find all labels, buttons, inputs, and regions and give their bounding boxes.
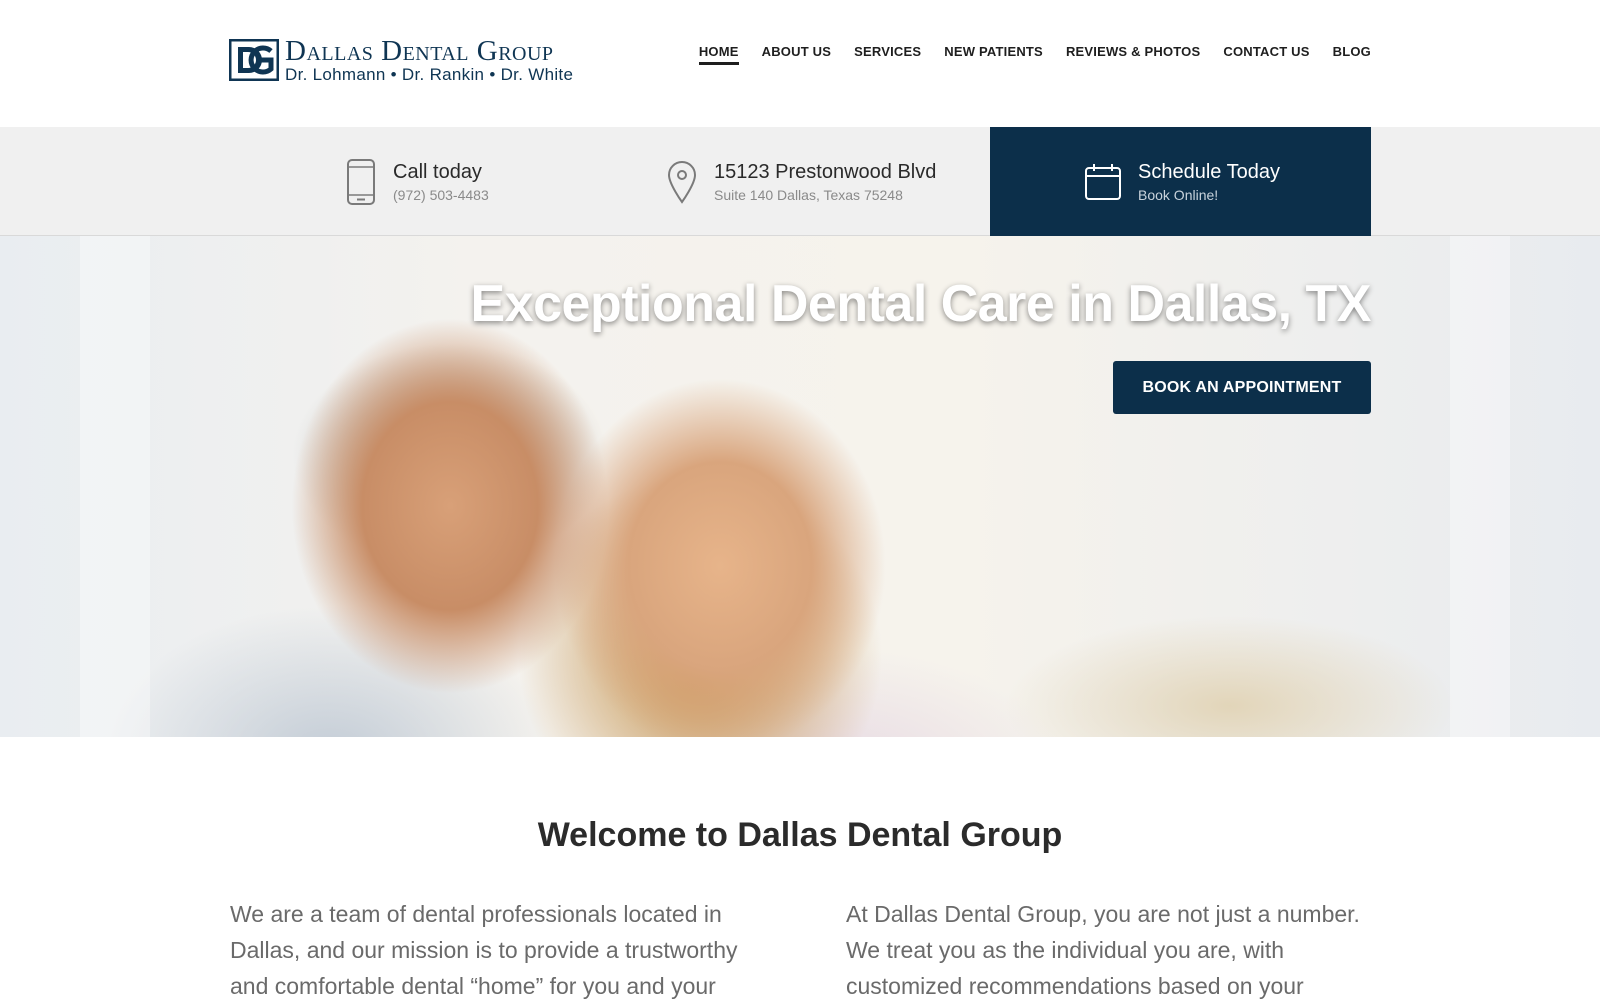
schedule-block[interactable]: Schedule Today Book Online! [990, 127, 1371, 236]
phone-icon [345, 158, 377, 205]
map-pin-icon [666, 159, 698, 205]
address-line: 15123 Prestonwood Blvd [714, 160, 937, 183]
nav-item-services[interactable]: SERVICES [854, 44, 921, 65]
nav-item-about-us[interactable]: ABOUT US [762, 44, 832, 65]
hero-title: Exceptional Dental Care in Dallas, TX [470, 275, 1372, 333]
phone-number[interactable]: (972) 503-4483 [393, 185, 489, 205]
nav-item-reviews-photos[interactable]: REVIEWS & PHOTOS [1066, 44, 1200, 65]
call-block[interactable]: Call today (972) 503-4483 [345, 127, 489, 236]
hero-banner: Exceptional Dental Care in Dallas, TX BO… [0, 236, 1600, 737]
logo-monogram-icon [228, 38, 280, 82]
welcome-title: Welcome to Dallas Dental Group [537, 816, 1063, 854]
call-title: Call today [393, 160, 482, 183]
hero-photo-window [1450, 236, 1510, 737]
main-nav: HOME ABOUT US SERVICES NEW PATIENTS REVI… [698, 44, 1371, 65]
site-header: Dallas Dental Group Dr. Lohmann • Dr. Ra… [0, 0, 1600, 127]
nav-item-home[interactable]: HOME [698, 44, 739, 65]
info-bar: Call today (972) 503-4483 15123 Prestonw… [0, 127, 1600, 236]
hero-photo-window [80, 236, 150, 737]
nav-item-new-patients[interactable]: NEW PATIENTS [944, 44, 1043, 65]
calendar-icon [1084, 159, 1122, 205]
brand-doctors: Dr. Lohmann • Dr. Rankin • Dr. White [285, 65, 574, 84]
site-logo[interactable]: Dallas Dental Group Dr. Lohmann • Dr. Ra… [228, 35, 574, 84]
welcome-text-right: At Dallas Dental Group, you are not just… [846, 901, 1360, 999]
address-block[interactable]: 15123 Prestonwood Blvd Suite 140 Dallas,… [666, 127, 936, 236]
address-suite: Suite 140 Dallas, Texas 75248 [714, 186, 903, 203]
brand-name: Dallas Dental Group [285, 35, 554, 67]
schedule-sub: Book Online! [1138, 186, 1219, 203]
welcome-text-left: We are a team of dental professionals lo… [230, 901, 738, 999]
schedule-title: Schedule Today [1138, 160, 1280, 183]
nav-item-blog[interactable]: BLOG [1333, 44, 1371, 65]
nav-item-contact-us[interactable]: CONTACT US [1223, 44, 1309, 65]
book-appointment-button[interactable]: BOOK AN APPOINTMENT [1113, 361, 1371, 414]
